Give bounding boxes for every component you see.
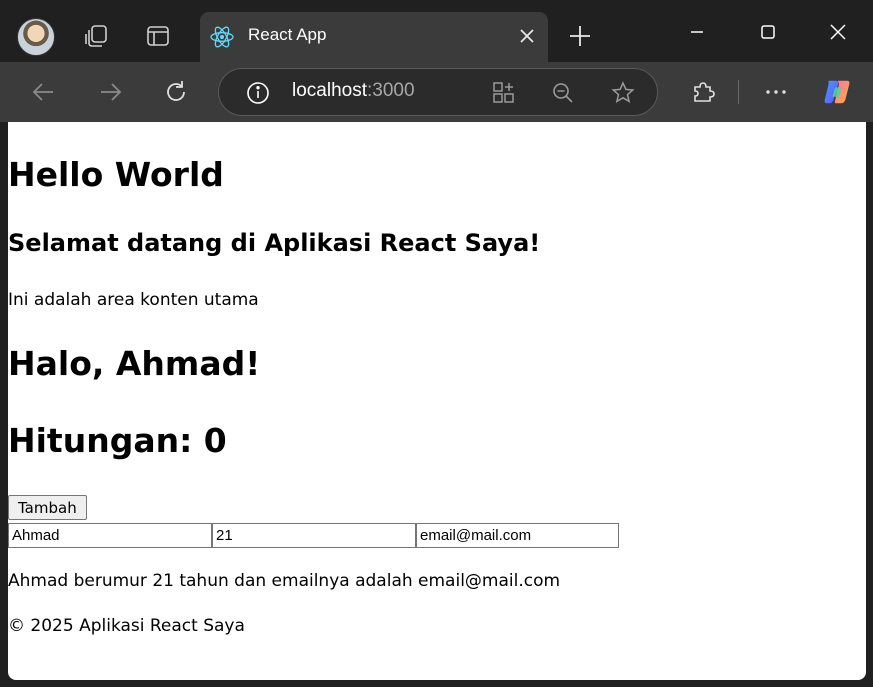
welcome-heading: Selamat datang di Aplikasi React Saya!	[8, 229, 541, 257]
name-input[interactable]	[8, 523, 212, 548]
back-button[interactable]	[29, 77, 59, 107]
title-bar: React App	[0, 0, 873, 62]
toolbar-divider	[738, 80, 739, 104]
puzzle-icon[interactable]	[688, 77, 718, 107]
maximize-button[interactable]	[751, 18, 785, 46]
counter-heading: Hitungan: 0	[8, 421, 227, 460]
add-button[interactable]: Tambah	[8, 495, 87, 520]
url-text[interactable]: localhost:3000	[292, 80, 415, 102]
tab-actions-icon[interactable]	[144, 22, 172, 50]
url-host: localhost	[292, 80, 367, 101]
more-icon[interactable]	[761, 77, 791, 107]
age-input[interactable]	[212, 523, 416, 548]
copilot-icon[interactable]	[822, 77, 852, 107]
profile-avatar[interactable]	[17, 18, 55, 56]
tab-title: React App	[248, 25, 327, 44]
main-content-text: Ini adalah area konten utama	[8, 290, 259, 310]
info-icon[interactable]	[245, 80, 271, 106]
new-tab-button[interactable]	[566, 22, 594, 50]
minimize-button[interactable]	[680, 18, 714, 46]
tab-react-app[interactable]: React App	[200, 12, 548, 62]
close-window-button[interactable]	[821, 18, 855, 46]
page-content: Hello World Selamat datang di Aplikasi R…	[8, 122, 866, 680]
url-port: :3000	[367, 80, 415, 101]
refresh-button[interactable]	[161, 77, 191, 107]
page-heading: Hello World	[8, 155, 224, 194]
navigation-bar: localhost:3000	[0, 62, 873, 122]
workspaces-icon[interactable]	[82, 22, 110, 50]
user-summary-text: Ahmad berumur 21 tahun dan emailnya adal…	[8, 571, 561, 591]
email-input[interactable]	[416, 523, 619, 548]
address-bar[interactable]: localhost:3000	[218, 68, 658, 116]
react-icon	[209, 24, 235, 50]
zoom-out-icon[interactable]	[550, 80, 576, 106]
star-icon[interactable]	[610, 80, 636, 106]
close-tab-icon[interactable]	[518, 27, 536, 45]
app-install-icon[interactable]	[491, 80, 517, 106]
footer-text: © 2025 Aplikasi React Saya	[8, 616, 245, 636]
forward-button[interactable]	[95, 77, 125, 107]
greeting-heading: Halo, Ahmad!	[8, 344, 261, 383]
